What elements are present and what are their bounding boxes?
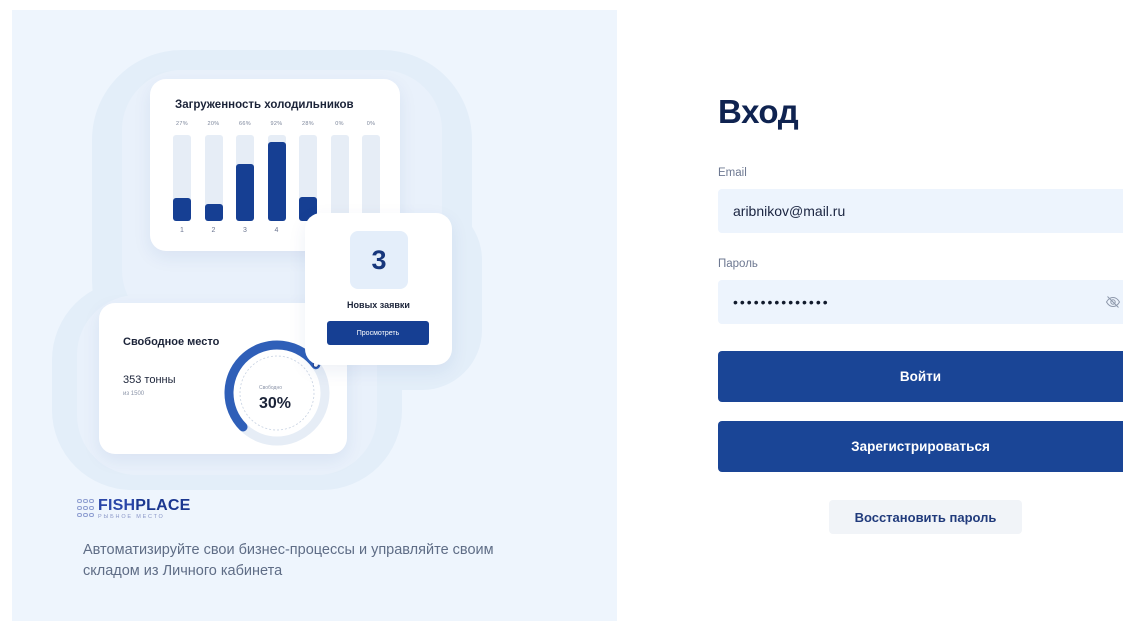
promo-panel: Загруженность холодильников 27% 1 20% 2 66% 3… [12, 10, 617, 621]
new-requests-card: 3 Новых заявки Просмотреть [305, 213, 452, 365]
bar-category-label: 1 [180, 227, 184, 234]
login-button[interactable]: Войти [718, 351, 1123, 402]
bar-value-label: 66% [239, 121, 251, 127]
free-space-value: 353 тонны [123, 374, 176, 386]
bar-value-label: 0% [366, 121, 376, 127]
bar-track [173, 135, 191, 221]
logo-mark-icon [77, 499, 95, 519]
bar-value-label: 92% [270, 121, 283, 127]
gauge-label: Свободно [259, 385, 282, 391]
tagline: Автоматизируйте свои бизнес-процессы и у… [83, 542, 494, 579]
bar-track [299, 135, 317, 221]
eye-off-icon[interactable] [1105, 294, 1121, 310]
bar-value-label: 28% [302, 121, 314, 127]
bar-track [362, 135, 380, 221]
email-field[interactable] [718, 189, 1123, 233]
gauge-value: 30% [259, 395, 292, 412]
password-input[interactable]: •••••••••••••• [733, 294, 830, 310]
bar-value-label: 20% [207, 121, 220, 127]
bar-track [330, 135, 349, 221]
bar [204, 203, 223, 221]
bar-track [236, 135, 254, 221]
bar-value-label: 27% [176, 121, 188, 127]
bar [236, 164, 254, 221]
free-space-total: из 1500 [123, 391, 145, 397]
bar-track [267, 135, 286, 221]
view-requests-button[interactable]: Просмотреть [327, 321, 429, 345]
bar [267, 141, 286, 221]
bar-track [204, 135, 223, 221]
bar-category-label: 4 [274, 227, 279, 234]
restore-password-button[interactable]: Восстановить пароль [829, 500, 1022, 534]
password-field[interactable]: •••••••••••••• [718, 280, 1123, 324]
bar-category-label: 2 [211, 227, 216, 234]
bar [173, 197, 191, 221]
email-label: Email [718, 167, 747, 179]
logo-subtitle: РЫБНОЕ МЕСТО [98, 514, 165, 520]
logo-wordmark: FISHPLACE [98, 497, 191, 514]
free-space-title: Свободное место [123, 336, 220, 348]
requests-label: Новых заявки [347, 300, 410, 310]
register-button[interactable]: Зарегистрироваться [718, 421, 1123, 472]
email-input[interactable] [733, 203, 1123, 219]
bar-value-label: 0% [335, 121, 344, 127]
password-label: Пароль [718, 258, 758, 270]
chart-title: Загруженность холодильников [175, 99, 354, 111]
page-title: Вход [718, 93, 799, 130]
requests-count: 3 [350, 231, 408, 289]
bar-category-label: 3 [243, 227, 247, 234]
fishplace-logo: FISHPLACE РЫБНОЕ МЕСТО [77, 498, 190, 521]
